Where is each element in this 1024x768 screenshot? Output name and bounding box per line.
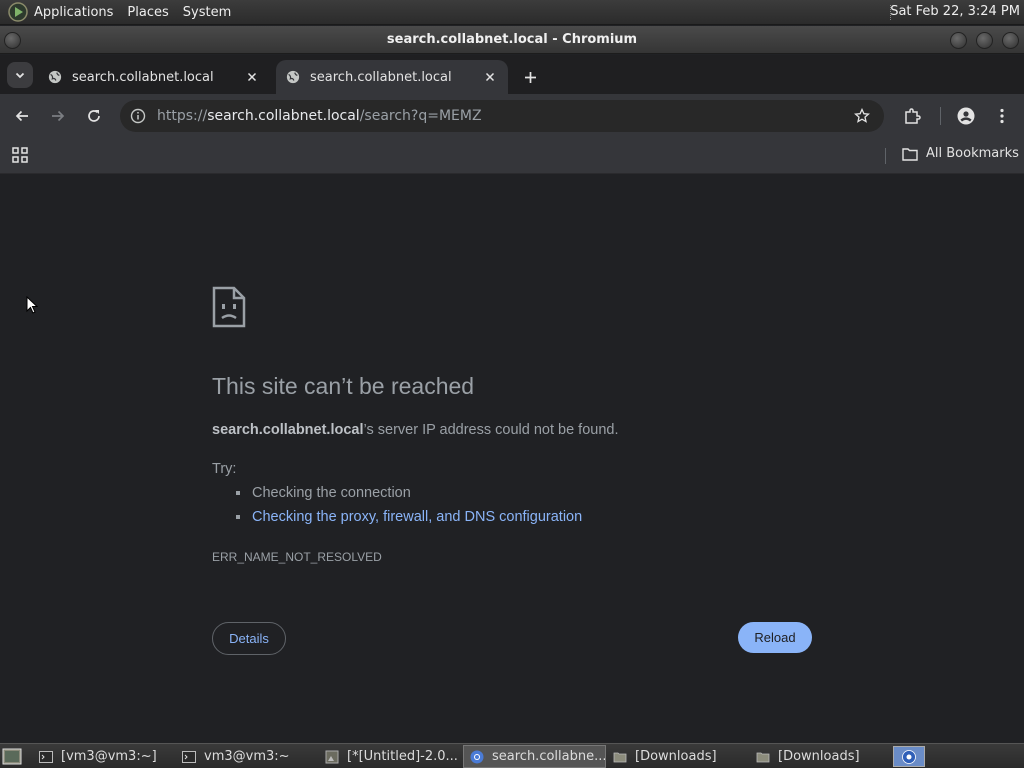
bookmarks-bar: All Bookmarks (0, 138, 1024, 174)
error-code: ERR_NAME_NOT_RESOLVED (212, 550, 382, 564)
top-panel: Applications Places System Sat Feb 22, 3… (0, 0, 1024, 25)
maximize-button[interactable] (976, 32, 993, 49)
extensions-button[interactable] (901, 105, 923, 127)
taskbar-item-label: [Downloads] (635, 749, 717, 764)
system-menu[interactable]: System (183, 5, 231, 20)
workspace-switcher[interactable] (893, 746, 925, 767)
plus-icon (524, 71, 536, 83)
distro-logo-icon[interactable] (8, 2, 28, 22)
reload-toolbar-button[interactable] (83, 105, 105, 127)
chevron-down-icon (15, 72, 25, 79)
close-icon (485, 72, 495, 82)
apps-grid-icon[interactable] (12, 147, 28, 163)
clock[interactable]: Sat Feb 22, 3:24 PM (890, 4, 1020, 19)
close-icon (247, 72, 257, 82)
chromium-icon (902, 749, 916, 764)
minimize-button[interactable] (950, 32, 967, 49)
all-bookmarks-label: All Bookmarks (926, 146, 1019, 161)
suggestion-text: Checking the connection (252, 485, 411, 501)
error-description: search.collabnet.local’s server IP addre… (212, 422, 619, 438)
url-host: search.collabnet.local (207, 108, 360, 124)
taskbar-item-downloads-2[interactable]: [Downloads] (750, 745, 892, 768)
tab-close-button[interactable] (482, 69, 498, 85)
tab-title: search.collabnet.local (310, 69, 452, 85)
terminal-icon (39, 750, 53, 763)
url-scheme: https:// (157, 108, 208, 124)
folder-icon (756, 752, 770, 762)
url-path: /search?q=MEMZ (359, 108, 482, 124)
taskbar-item-chromium[interactable]: search.collabne... (463, 745, 606, 768)
bookmarks-separator (885, 148, 886, 164)
tab-2-active[interactable]: search.collabnet.local (276, 60, 508, 94)
mouse-cursor-icon (26, 296, 38, 314)
window-title: search.collabnet.local - Chromium (386, 32, 638, 47)
taskbar-item-label: [Downloads] (778, 749, 860, 764)
kebab-menu-icon (1000, 108, 1004, 124)
image-editor-icon (325, 750, 339, 763)
error-host: search.collabnet.local (212, 422, 364, 438)
page-content: This site can’t be reached search.collab… (0, 175, 1024, 743)
url-text[interactable]: https://search.collabnet.local/search?q=… (157, 108, 482, 124)
info-icon[interactable] (130, 108, 146, 124)
close-window-button[interactable] (1002, 32, 1019, 49)
taskbar-item-downloads-1[interactable]: [Downloads] (607, 745, 749, 768)
folder-icon (902, 147, 918, 161)
back-button[interactable] (11, 105, 33, 127)
star-bookmark-icon[interactable] (854, 108, 870, 124)
tab-1[interactable]: search.collabnet.local (38, 60, 270, 94)
suggestion-item: Checking the connection (236, 485, 411, 501)
error-desc-text: ’s server IP address could not be found. (363, 422, 619, 438)
forward-button[interactable] (47, 105, 69, 127)
proxy-dns-link[interactable]: Checking the proxy, firewall, and DNS co… (252, 509, 582, 525)
taskbar-item-label: [*[Untitled]-2.0... (347, 749, 458, 764)
applications-menu[interactable]: Applications (34, 5, 113, 20)
try-label: Try: (212, 461, 237, 477)
toolbar-separator (940, 107, 941, 125)
puzzle-icon (905, 108, 921, 124)
details-button[interactable]: Details (212, 622, 286, 655)
tab-close-button[interactable] (244, 69, 260, 85)
address-bar[interactable]: https://search.collabnet.local/search?q=… (120, 100, 884, 132)
globe-icon (286, 70, 300, 84)
arrow-left-icon (15, 110, 28, 122)
tab-title: search.collabnet.local (72, 69, 214, 85)
browser-toolbar: https://search.collabnet.local/search?q=… (0, 94, 1024, 138)
taskbar-item-label: [vm3@vm3:~] (61, 749, 157, 764)
globe-icon (48, 70, 62, 84)
reload-button[interactable]: Reload (738, 622, 812, 653)
sad-document-icon (212, 286, 246, 328)
taskbar-item-terminal-1[interactable]: [vm3@vm3:~] (33, 745, 175, 768)
profile-button[interactable] (955, 105, 977, 127)
refresh-icon (88, 110, 100, 122)
tab-search-button[interactable] (7, 62, 33, 88)
menu-button[interactable] (991, 105, 1013, 127)
new-tab-button[interactable] (518, 65, 542, 89)
suggestion-item-link[interactable]: Checking the proxy, firewall, and DNS co… (236, 509, 582, 525)
show-desktop-icon[interactable] (2, 747, 22, 766)
bullet (236, 515, 240, 519)
tab-strip: search.collabnet.local search.collabnet.… (0, 55, 1024, 94)
taskbar-item-label: vm3@vm3:~ (204, 749, 290, 764)
taskbar-item-label: search.collabne... (492, 749, 606, 764)
window-titlebar[interactable]: search.collabnet.local - Chromium (0, 26, 1024, 54)
error-title: This site can’t be reached (212, 373, 475, 399)
arrow-right-icon (52, 110, 65, 122)
folder-icon (613, 752, 627, 762)
person-icon (957, 107, 975, 125)
all-bookmarks-button[interactable]: All Bookmarks (902, 146, 1019, 161)
taskbar-item-image-editor[interactable]: [*[Untitled]-2.0... (319, 745, 461, 768)
bullet (236, 491, 240, 495)
taskbar-item-terminal-2[interactable]: vm3@vm3:~ (176, 745, 318, 768)
terminal-icon (182, 750, 196, 763)
places-menu[interactable]: Places (127, 5, 168, 20)
bottom-taskbar: [vm3@vm3:~] vm3@vm3:~ [*[Untitled]-2.0..… (0, 743, 1024, 768)
chromium-icon (470, 750, 484, 763)
